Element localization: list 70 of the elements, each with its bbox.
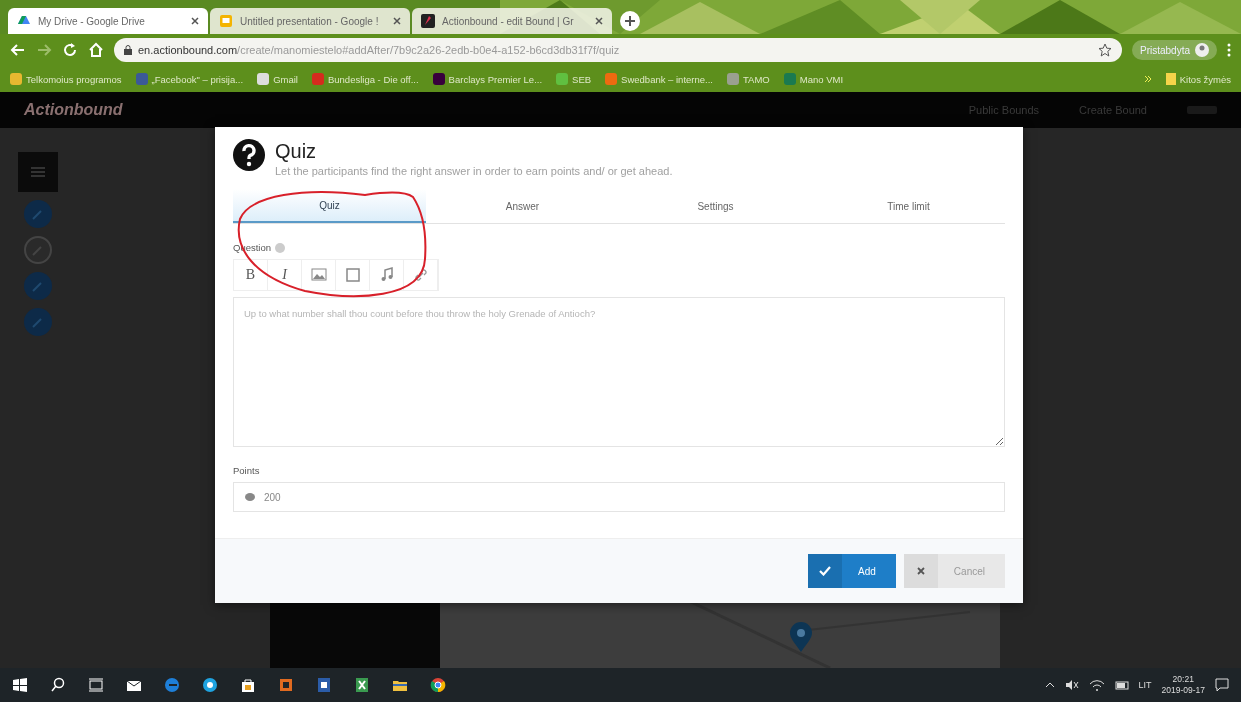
close-icon	[190, 16, 200, 26]
new-tab-icon[interactable]	[620, 11, 640, 31]
points-field[interactable]: 200	[233, 482, 1005, 512]
question-field[interactable]: Up to what number shall thou count before thou throw the holy Grenade of Antioch?	[233, 297, 1005, 447]
browser-icon[interactable]	[164, 677, 180, 693]
modal-title: Quiz	[275, 139, 318, 163]
chevron-icon	[1143, 75, 1152, 83]
search-icon[interactable]	[50, 677, 66, 693]
image-icon	[310, 267, 327, 283]
modal-subtitle: Let the participants find the right answer in order to earn points and/ or get ahead.	[275, 165, 673, 177]
map-pin-icon	[790, 622, 812, 652]
battery-icon[interactable]	[1114, 679, 1129, 691]
bookmark[interactable]: TAMO	[727, 73, 770, 85]
media-player-icon[interactable]	[278, 677, 294, 693]
avatar-icon	[1195, 43, 1209, 57]
clock-date: 2019-09-17	[1161, 685, 1205, 696]
chrome-icon[interactable]	[430, 677, 446, 693]
home-icon[interactable]	[88, 42, 104, 58]
bookmark[interactable]: Telkomoius programos	[10, 73, 122, 85]
address-bar[interactable]: en.actionbound.com/create/manomiestelo#addAfter/7b9c2a26-2edb-b0e4-a152-b6cd3db31f7f/quiz	[114, 38, 1122, 62]
app-icon	[420, 13, 436, 29]
tab[interactable]: Settings	[619, 189, 812, 223]
bookmark[interactable]: Barclays Premier Le...	[432, 73, 543, 85]
tab[interactable]: Answer	[426, 189, 619, 223]
browser-tab[interactable]: My Drive - Google Drive	[8, 8, 208, 34]
slides-icon	[218, 13, 234, 29]
frame-icon	[344, 267, 361, 283]
bookmark[interactable]: Swedbank – interne...	[605, 73, 713, 85]
coin-icon	[245, 493, 255, 501]
link-icon	[412, 267, 429, 283]
profile-chip[interactable]: Pristabdyta	[1131, 40, 1217, 60]
star-icon[interactable]	[1097, 43, 1112, 57]
task-view-icon[interactable]	[88, 677, 104, 693]
spreadsheet-icon[interactable]	[354, 677, 370, 693]
help-icon	[233, 139, 265, 171]
browser-tab[interactable]: Untitled presentation - Google !	[210, 8, 410, 34]
folder-icon	[1165, 73, 1176, 85]
close-icon	[594, 16, 604, 26]
bookmark[interactable]: Gmail	[257, 73, 298, 85]
field-label: Points	[233, 465, 260, 476]
notification-icon[interactable]	[1215, 678, 1229, 692]
close-icon	[392, 16, 402, 26]
caret-up-icon[interactable]	[1044, 680, 1055, 690]
browser-tab[interactable]: Actionbound - edit Bound | Gr	[412, 8, 612, 34]
bookmark[interactable]: Kitos žymės	[1165, 73, 1231, 85]
bookmark[interactable]: „Facebook" – prisija...	[135, 73, 244, 85]
windows-icon[interactable]	[12, 677, 28, 693]
back-icon[interactable]	[10, 42, 26, 58]
app-logo[interactable]: Actionbound	[24, 101, 929, 119]
wifi-icon[interactable]	[1088, 679, 1105, 691]
document-icon[interactable]	[316, 677, 332, 693]
url-text: en.actionbound.com/create/manomiestelo#addAfter/7b9c2a26-2edb-b0e4-a152-b6cd3db31f7f/quiz	[138, 44, 620, 56]
bookmark[interactable]: Mano VMI	[783, 73, 844, 85]
tab[interactable]: Time limit	[812, 189, 1005, 223]
close-icon	[916, 567, 925, 575]
shopping-bag-icon[interactable]	[240, 677, 256, 693]
bookmark[interactable]: SEB	[556, 73, 592, 85]
tab[interactable]: Quiz	[233, 189, 426, 223]
lock-icon	[124, 45, 132, 55]
cancel-button[interactable]: Cancel	[903, 554, 1005, 588]
language-indicator[interactable]: LIT	[1138, 680, 1152, 690]
clock-time: 20:21	[1172, 674, 1194, 685]
reload-icon[interactable]	[62, 42, 78, 58]
menu-icon[interactable]	[1227, 43, 1231, 57]
bookmark[interactable]: Bundesliga - Die off...	[311, 73, 419, 85]
info-icon	[275, 242, 286, 253]
add-button[interactable]: Add	[808, 554, 896, 588]
menu-icon	[31, 166, 45, 178]
speaker-icon[interactable]	[1064, 679, 1079, 691]
check-icon	[819, 566, 832, 576]
